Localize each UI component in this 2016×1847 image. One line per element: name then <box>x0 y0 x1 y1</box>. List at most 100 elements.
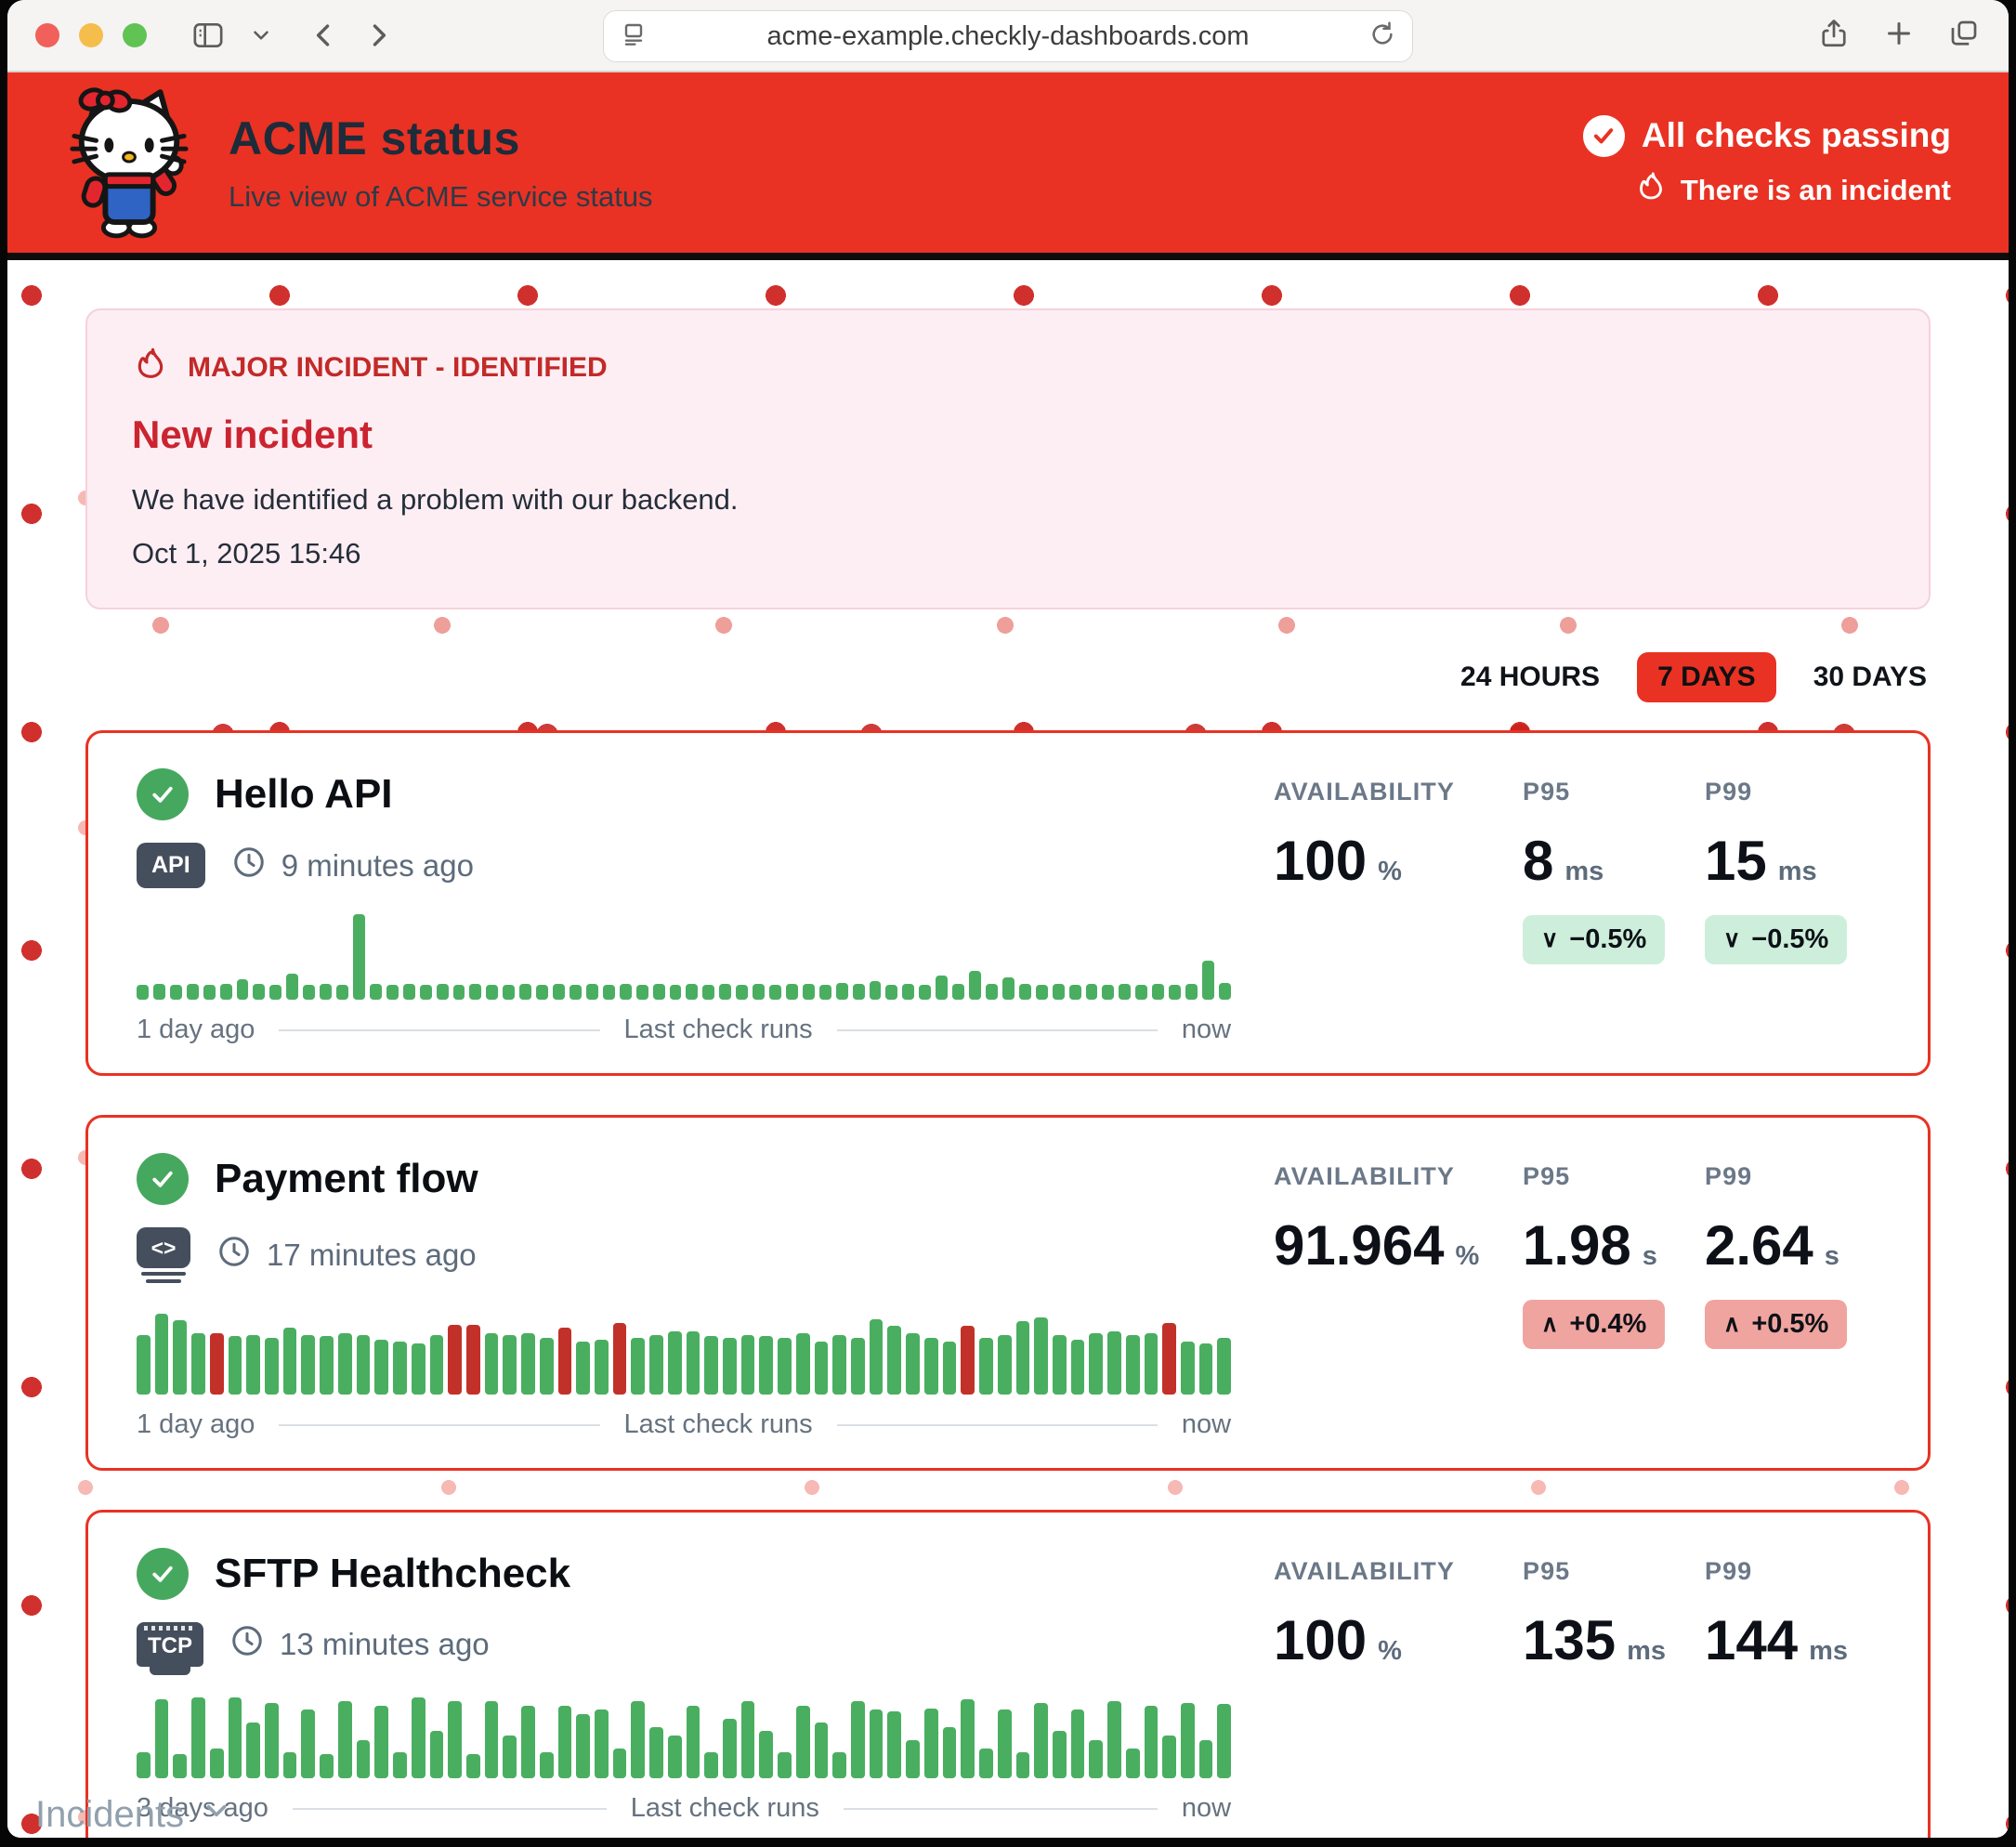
check-run-bar[interactable] <box>412 1343 425 1395</box>
check-run-bar[interactable] <box>1086 984 1098 1000</box>
check-run-bar[interactable] <box>631 1338 645 1395</box>
check-run-bar[interactable] <box>832 1335 846 1395</box>
check-run-bar[interactable] <box>836 983 848 1000</box>
check-run-bar[interactable] <box>503 1335 517 1395</box>
check-run-bar[interactable] <box>815 1723 829 1778</box>
check-run-bar[interactable] <box>237 979 249 1000</box>
check-run-bar[interactable] <box>486 985 498 1000</box>
check-run-bar[interactable] <box>723 1719 737 1778</box>
check-run-bar[interactable] <box>173 1320 187 1395</box>
check-run-bar[interactable] <box>819 985 831 1000</box>
check-run-bar[interactable] <box>936 976 948 1000</box>
check-run-bar[interactable] <box>887 1326 901 1395</box>
check-run-bar[interactable] <box>979 1749 993 1778</box>
check-run-bar[interactable] <box>1089 1740 1103 1778</box>
close-window-button[interactable] <box>35 23 59 47</box>
check-run-bar[interactable] <box>320 1754 334 1778</box>
check-run-bar[interactable] <box>986 984 998 1000</box>
check-run-bar[interactable] <box>173 1754 187 1778</box>
time-range-option-7d[interactable]: 7 DAYS <box>1637 652 1776 702</box>
check-run-bar[interactable] <box>203 985 216 1000</box>
check-run-bar[interactable] <box>246 1723 260 1778</box>
check-run-bar[interactable] <box>283 1752 297 1778</box>
check-run-bar[interactable] <box>137 985 149 1000</box>
incident-banner[interactable]: MAJOR INCIDENT - IDENTIFIED New incident… <box>85 308 1931 609</box>
check-run-bar[interactable] <box>1181 1342 1195 1395</box>
check-run-bar[interactable] <box>448 1701 462 1778</box>
check-run-bar[interactable] <box>540 1338 554 1395</box>
check-run-bar[interactable] <box>870 1319 884 1395</box>
check-run-bar[interactable] <box>702 985 714 1000</box>
check-run-bar[interactable] <box>1199 1740 1213 1778</box>
check-run-bar[interactable] <box>357 1740 371 1778</box>
check-run-bar[interactable] <box>576 1342 590 1395</box>
check-run-bar[interactable] <box>191 1697 205 1778</box>
back-button-icon[interactable] <box>308 20 340 51</box>
check-run-bar[interactable] <box>1217 1338 1231 1395</box>
check-run-bar[interactable] <box>536 985 548 1000</box>
check-run-bar[interactable] <box>540 1752 554 1778</box>
check-run-bar[interactable] <box>1053 1335 1067 1395</box>
check-run-bar[interactable] <box>1126 1335 1140 1395</box>
check-run-bar[interactable] <box>595 1340 609 1395</box>
check-run-bar[interactable] <box>870 1709 884 1778</box>
check-run-bar[interactable] <box>430 1731 444 1778</box>
check-run-bar[interactable] <box>403 984 415 1000</box>
check-run-bar[interactable] <box>631 1701 645 1778</box>
check-run-bar[interactable] <box>603 985 615 1000</box>
check-run-bar[interactable] <box>338 1333 352 1395</box>
check-run-bar[interactable] <box>961 1326 975 1395</box>
check-run-bar[interactable] <box>521 1706 535 1778</box>
check-run-bar[interactable] <box>269 985 281 1000</box>
check-run-bar[interactable] <box>553 984 565 1000</box>
check-run-bar[interactable] <box>1107 1701 1121 1778</box>
check-run-bar[interactable] <box>1162 1323 1176 1395</box>
check-run-bar[interactable] <box>338 1701 352 1778</box>
check-run-bar[interactable] <box>448 1325 462 1395</box>
share-icon[interactable] <box>1817 17 1851 55</box>
check-run-bar[interactable] <box>906 1740 920 1778</box>
check-run-bar[interactable] <box>885 985 897 1000</box>
check-run-bar[interactable] <box>393 1342 407 1395</box>
check-run-bar[interactable] <box>1126 1749 1140 1778</box>
check-run-bar[interactable] <box>1053 984 1065 1000</box>
check-run-bar[interactable] <box>998 1335 1012 1395</box>
check-run-bar[interactable] <box>253 984 265 1000</box>
check-run-bar[interactable] <box>649 1727 663 1778</box>
check-run-bar[interactable] <box>613 1323 627 1395</box>
check-run-bar[interactable] <box>870 981 882 1000</box>
check-run-bar[interactable] <box>952 984 964 1000</box>
check-run-bar[interactable] <box>668 1331 682 1395</box>
check-run-bar[interactable] <box>170 985 182 1000</box>
check-run-bar[interactable] <box>998 1709 1012 1778</box>
check-run-bar[interactable] <box>336 985 348 1000</box>
check-run-bar[interactable] <box>906 1333 920 1395</box>
check-run-bar[interactable] <box>558 1706 572 1778</box>
check-run-bar[interactable] <box>769 985 781 1000</box>
check-run-bar[interactable] <box>1152 984 1164 1000</box>
check-run-bar[interactable] <box>353 914 365 1000</box>
check-run-bar[interactable] <box>686 984 698 1000</box>
check-run-bar[interactable] <box>1199 1343 1213 1395</box>
check-run-bar[interactable] <box>759 1336 773 1395</box>
check-run-bar[interactable] <box>521 1333 535 1395</box>
zoom-window-button[interactable] <box>123 23 147 47</box>
check-run-bar[interactable] <box>1145 1706 1159 1778</box>
reader-icon[interactable] <box>619 20 648 54</box>
forward-button-icon[interactable] <box>362 20 394 51</box>
check-run-bar[interactable] <box>1036 985 1048 1000</box>
check-run-bar[interactable] <box>1102 985 1114 1000</box>
check-run-bar[interactable] <box>153 984 165 1000</box>
check-run-bar[interactable] <box>503 1736 517 1778</box>
check-run-bar[interactable] <box>210 1749 224 1778</box>
check-run-bar[interactable] <box>796 1333 810 1395</box>
check-run-bar[interactable] <box>412 1697 425 1778</box>
check-run-bar[interactable] <box>832 1752 846 1778</box>
check-run-bar[interactable] <box>357 1335 371 1395</box>
check-run-bar[interactable] <box>370 984 382 1000</box>
check-run-bar[interactable] <box>283 1328 297 1395</box>
check-run-bar[interactable] <box>778 1752 792 1778</box>
check-run-bar[interactable] <box>1145 1333 1159 1395</box>
check-run-bar[interactable] <box>386 985 399 1000</box>
check-run-bar[interactable] <box>1107 1331 1121 1395</box>
